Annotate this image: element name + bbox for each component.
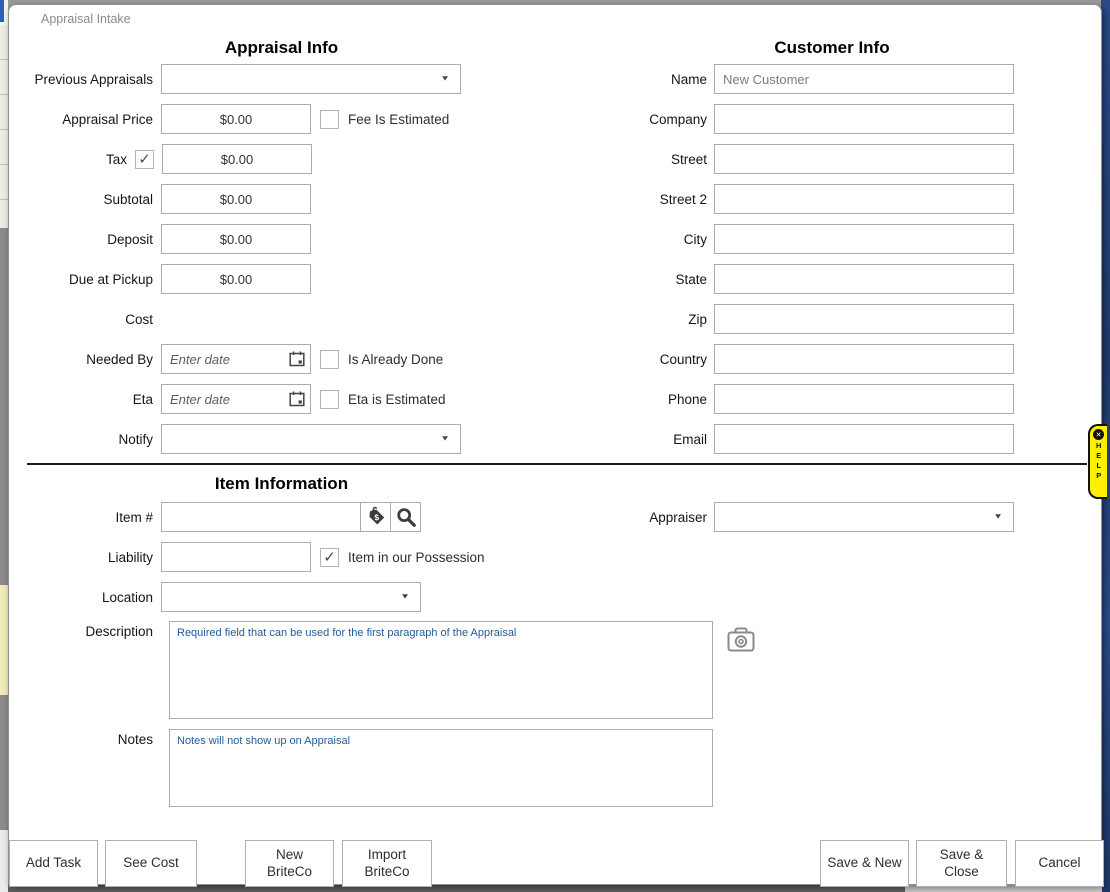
street2-label: Street 2 bbox=[9, 192, 714, 207]
location-dropdown[interactable] bbox=[161, 582, 421, 612]
background-window-sliver bbox=[0, 830, 8, 892]
street-label: Street bbox=[9, 152, 714, 167]
country-label: Country bbox=[9, 352, 714, 367]
name-input[interactable] bbox=[714, 64, 1014, 94]
background-window-sliver bbox=[0, 228, 8, 585]
item-in-possession-checkbox[interactable] bbox=[320, 548, 339, 567]
new-briteco-button[interactable]: New BriteCo bbox=[245, 840, 334, 887]
state-input[interactable] bbox=[714, 264, 1014, 294]
dialog-title: Appraisal Intake bbox=[41, 12, 131, 26]
help-tab-label: HELP bbox=[1095, 441, 1103, 481]
country-input[interactable] bbox=[714, 344, 1014, 374]
background-window-sliver bbox=[0, 585, 8, 695]
name-label: Name bbox=[9, 72, 714, 87]
liability-label: Liability bbox=[9, 550, 161, 565]
zip-input[interactable] bbox=[714, 304, 1014, 334]
notes-label: Notes bbox=[9, 732, 161, 747]
company-label: Company bbox=[9, 112, 714, 127]
liability-input[interactable] bbox=[161, 542, 311, 572]
cancel-button[interactable]: Cancel bbox=[1015, 840, 1104, 887]
background-window-sliver bbox=[0, 25, 8, 228]
state-label: State bbox=[9, 272, 714, 287]
save-and-close-button[interactable]: Save & Close bbox=[916, 840, 1007, 887]
see-cost-button[interactable]: See Cost bbox=[105, 840, 197, 887]
help-tab[interactable]: ✕ HELP bbox=[1088, 424, 1107, 499]
appraiser-dropdown[interactable] bbox=[714, 502, 1014, 532]
item-in-possession-label: Item in our Possession bbox=[348, 550, 485, 565]
add-task-button[interactable]: Add Task bbox=[9, 840, 98, 887]
section-divider bbox=[27, 463, 1087, 465]
zip-label: Zip bbox=[9, 312, 714, 327]
help-close-icon[interactable]: ✕ bbox=[1093, 429, 1104, 440]
email-label: Email bbox=[9, 432, 714, 447]
save-and-new-button[interactable]: Save & New bbox=[820, 840, 909, 887]
description-label: Description bbox=[9, 624, 161, 639]
company-input[interactable] bbox=[714, 104, 1014, 134]
description-textarea[interactable] bbox=[169, 621, 713, 719]
import-briteco-button[interactable]: Import BriteCo bbox=[342, 840, 432, 887]
appraisal-info-heading: Appraisal Info bbox=[9, 38, 554, 58]
background-window-sliver bbox=[0, 695, 8, 830]
camera-icon[interactable] bbox=[726, 626, 756, 659]
city-label: City bbox=[9, 232, 714, 247]
email-input[interactable] bbox=[714, 424, 1014, 454]
item-information-heading: Item Information bbox=[9, 474, 554, 494]
customer-info-heading: Customer Info bbox=[561, 38, 1103, 58]
appraiser-label: Appraiser bbox=[9, 510, 714, 525]
notes-textarea[interactable] bbox=[169, 729, 713, 807]
city-input[interactable] bbox=[714, 224, 1014, 254]
phone-label: Phone bbox=[9, 392, 714, 407]
street2-input[interactable] bbox=[714, 184, 1014, 214]
phone-input[interactable] bbox=[714, 384, 1014, 414]
appraisal-intake-dialog: Appraisal Intake Appraisal Info Customer… bbox=[8, 4, 1102, 885]
street-input[interactable] bbox=[714, 144, 1014, 174]
background-window-sliver bbox=[0, 0, 4, 22]
location-label: Location bbox=[9, 590, 161, 605]
